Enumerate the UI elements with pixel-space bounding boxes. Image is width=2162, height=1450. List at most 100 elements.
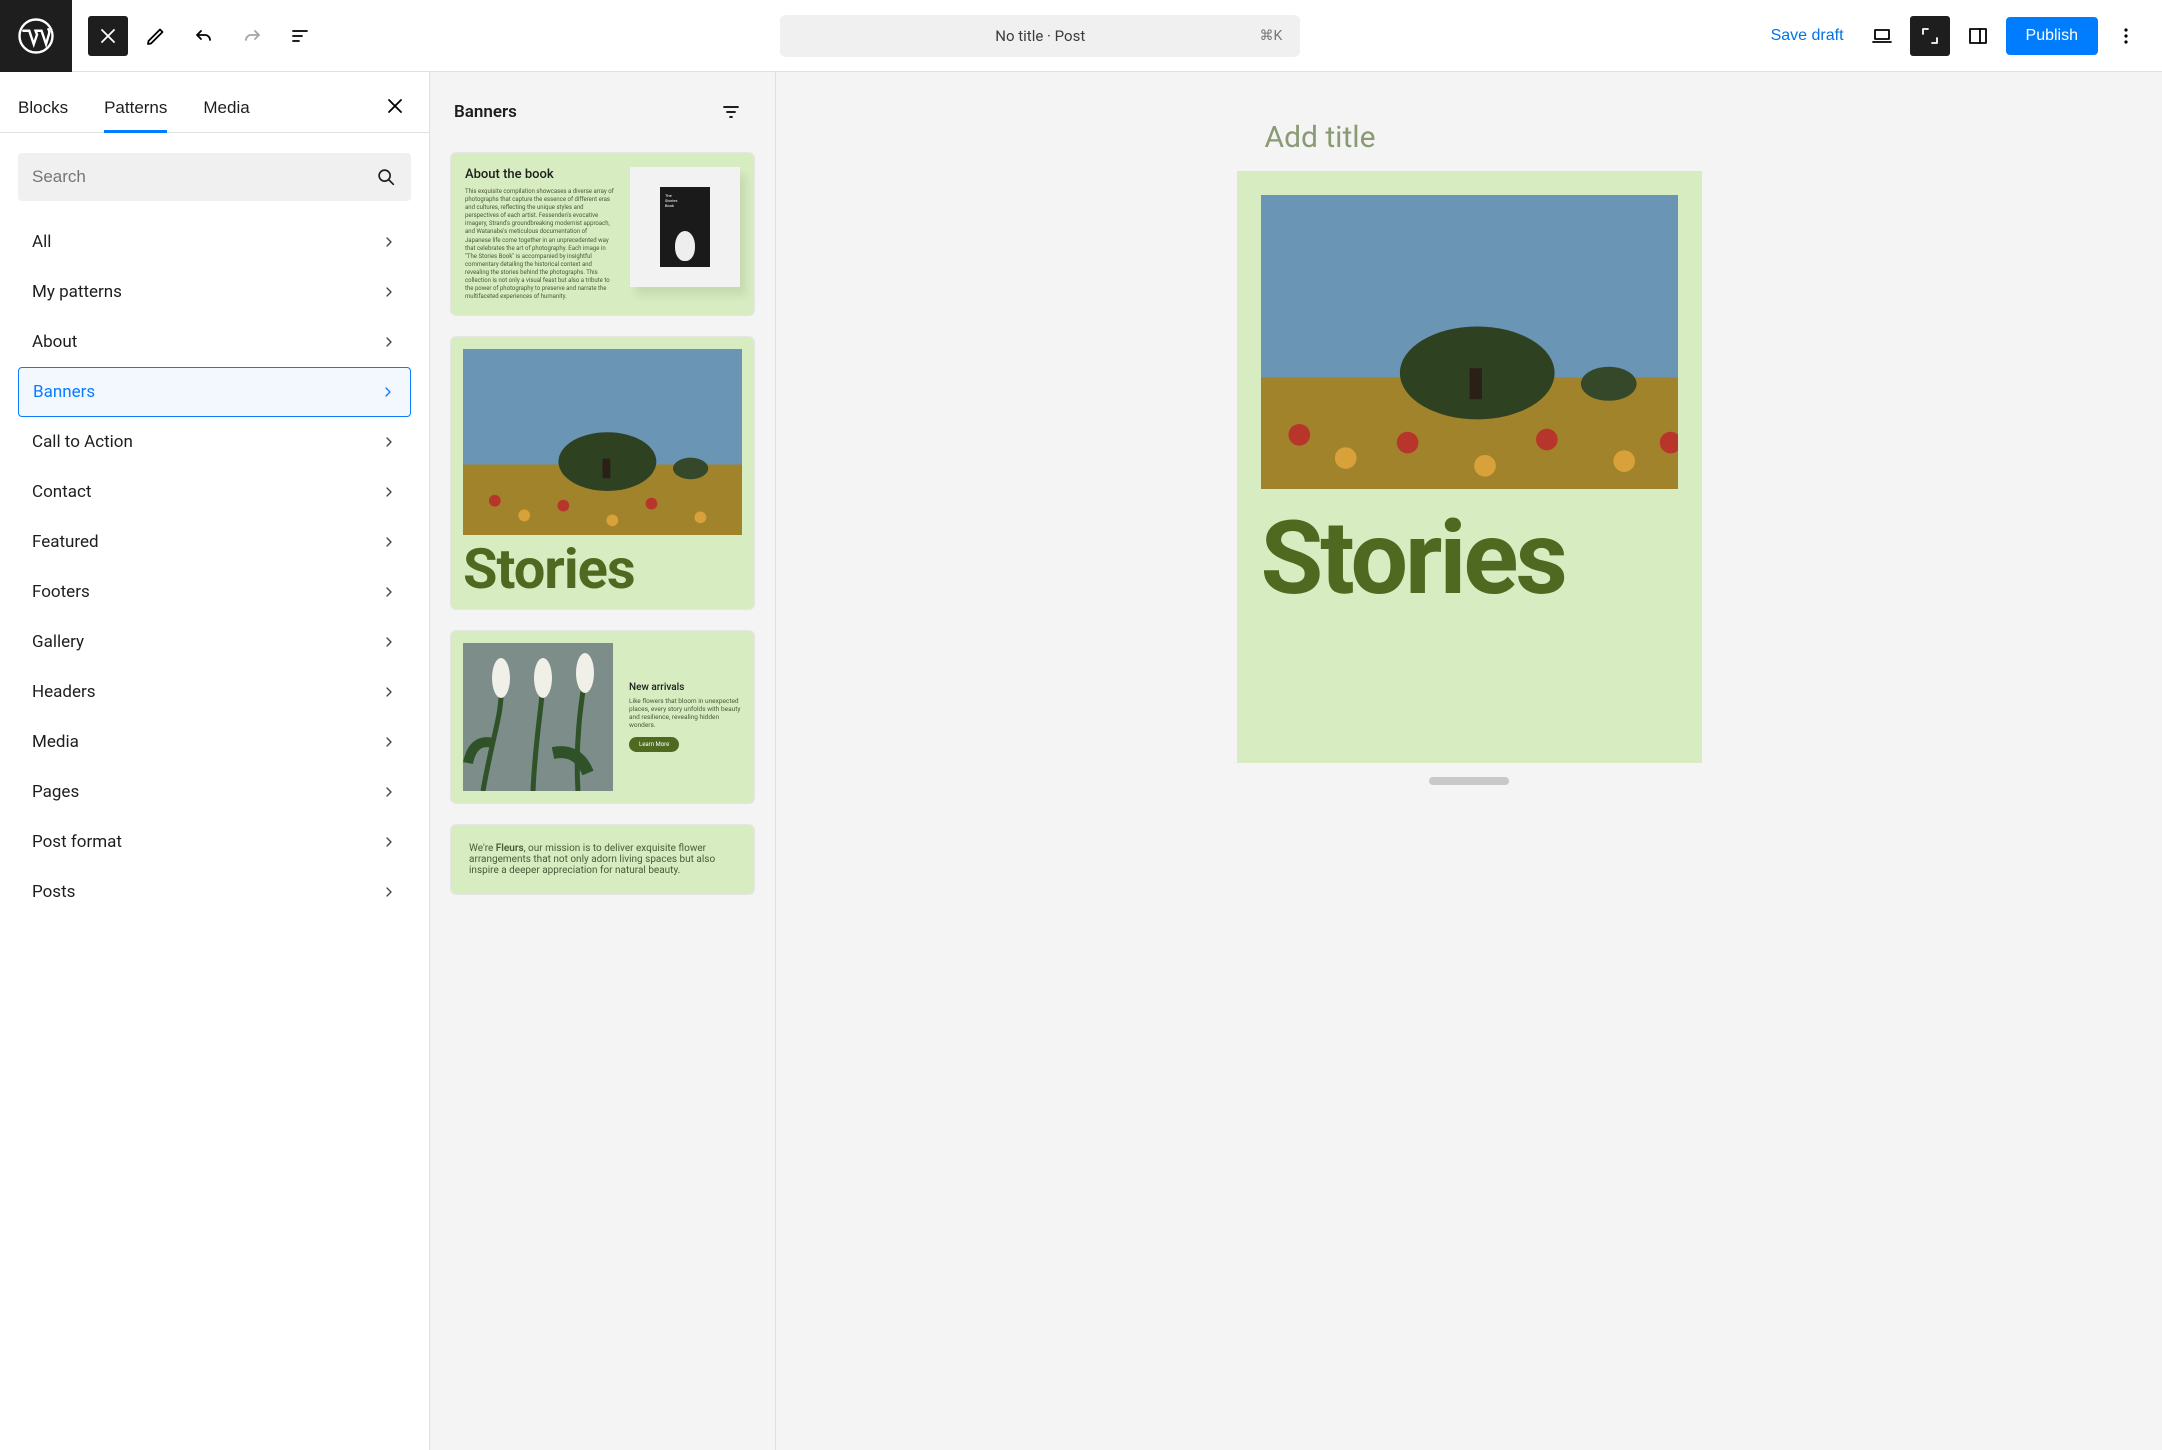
category-contact[interactable]: Contact (18, 467, 411, 517)
bust-illustration (675, 231, 695, 261)
pattern-category-title: Banners (454, 102, 517, 122)
sidebar-icon (1966, 24, 1990, 48)
category-featured[interactable]: Featured (18, 517, 411, 567)
tab-media[interactable]: Media (203, 86, 249, 133)
category-all[interactable]: All (18, 217, 411, 267)
zoom-out-view-button[interactable] (1910, 16, 1950, 56)
category-label: About (32, 332, 77, 352)
undo-icon (192, 24, 216, 48)
post-title-placeholder[interactable]: Add title (1265, 120, 1702, 155)
settings-sidebar-button[interactable] (1958, 16, 1998, 56)
text-brand: Fleurs (496, 843, 524, 854)
chevron-right-icon (381, 634, 397, 650)
redo-icon (240, 24, 264, 48)
close-icon (383, 94, 407, 118)
chevron-right-icon (381, 734, 397, 750)
undo-button[interactable] (184, 16, 224, 56)
book-title-line: Book (665, 203, 705, 208)
pattern-about-book[interactable]: About the book This exquisite compilatio… (450, 152, 755, 316)
chevron-right-icon (381, 834, 397, 850)
document-title: No title · Post (995, 27, 1085, 45)
category-about[interactable]: About (18, 317, 411, 367)
block-spacer (1261, 609, 1678, 739)
category-postformat[interactable]: Post format (18, 817, 411, 867)
category-label: Footers (32, 582, 90, 602)
flowers-image (463, 643, 613, 791)
category-media[interactable]: Media (18, 717, 411, 767)
category-label: Call to Action (32, 432, 133, 452)
category-label: Posts (32, 882, 75, 902)
pattern-heading: New arrivals (629, 682, 742, 693)
pattern-new-arrivals[interactable]: New arrivals Like flowers that bloom in … (450, 630, 755, 804)
pattern-body: This exquisite compilation showcases a d… (465, 188, 614, 301)
publish-button[interactable]: Publish (2006, 17, 2098, 55)
category-label: Gallery (32, 632, 84, 652)
redo-button (232, 16, 272, 56)
chevron-right-icon (381, 584, 397, 600)
search-input[interactable] (32, 167, 375, 187)
laptop-icon (1870, 24, 1894, 48)
stories-heading: Stories (1261, 507, 1678, 609)
wordpress-icon (18, 18, 54, 54)
pattern-filter-button[interactable] (711, 92, 751, 132)
tab-blocks[interactable]: Blocks (18, 86, 68, 133)
options-menu-button[interactable] (2106, 16, 2146, 56)
category-footers[interactable]: Footers (18, 567, 411, 617)
editor-canvas[interactable]: Add title Stories (1237, 120, 1702, 763)
pattern-heading: About the book (465, 167, 614, 182)
wordpress-logo[interactable] (0, 0, 72, 72)
save-draft-button[interactable]: Save draft (1761, 19, 1854, 53)
category-headers[interactable]: Headers (18, 667, 411, 717)
chevron-right-icon (381, 534, 397, 550)
chevron-right-icon (381, 284, 397, 300)
pattern-search[interactable] (18, 153, 411, 201)
document-title-bar[interactable]: No title · Post ⌘K (780, 15, 1300, 57)
editor-canvas-wrapper: Add title Stories (776, 72, 2162, 1450)
category-posts[interactable]: Posts (18, 867, 411, 917)
chevron-right-icon (381, 784, 397, 800)
category-banners[interactable]: Banners (18, 367, 411, 417)
category-label: Banners (33, 382, 95, 402)
chevron-right-icon (380, 384, 396, 400)
category-gallery[interactable]: Gallery (18, 617, 411, 667)
chevron-right-icon (381, 684, 397, 700)
block-inserter-panel: Blocks Patterns Media All My patterns Abou… (0, 72, 430, 1450)
edit-tools-button[interactable] (136, 16, 176, 56)
text-prefix: We're (469, 843, 496, 854)
category-cta[interactable]: Call to Action (18, 417, 411, 467)
close-inserter-button[interactable] (88, 16, 128, 56)
landscape-image (1261, 195, 1678, 489)
pattern-fleurs-mission[interactable]: We're Fleurs, our mission is to deliver … (450, 824, 755, 895)
category-label: My patterns (32, 282, 122, 302)
document-overview-button[interactable] (280, 16, 320, 56)
pencil-icon (144, 24, 168, 48)
category-my-patterns[interactable]: My patterns (18, 267, 411, 317)
chevron-right-icon (381, 484, 397, 500)
category-pages[interactable]: Pages (18, 767, 411, 817)
command-shortcut: ⌘K (1259, 28, 1282, 44)
pattern-stories-banner[interactable]: Stories (450, 336, 755, 610)
category-label: Featured (32, 532, 99, 552)
chevron-right-icon (381, 234, 397, 250)
preview-desktop-button[interactable] (1862, 16, 1902, 56)
expand-icon (1918, 24, 1942, 48)
inserter-close-button[interactable] (375, 86, 415, 126)
pattern-category-list: All My patterns About Banners Call to Action… (0, 211, 429, 1450)
kebab-icon (2114, 24, 2138, 48)
chevron-right-icon (381, 434, 397, 450)
pattern-heading: Stories (463, 535, 742, 597)
inserter-tabs: Blocks Patterns Media (0, 72, 429, 133)
category-label: Media (32, 732, 79, 752)
canvas-resize-handle[interactable] (1429, 777, 1509, 785)
chevron-right-icon (381, 884, 397, 900)
search-icon (375, 166, 397, 188)
close-icon (96, 24, 120, 48)
editor-toolbar: No title · Post ⌘K Save draft Publish (0, 0, 2162, 72)
inserted-stories-block[interactable]: Stories (1237, 171, 1702, 763)
pattern-cta: Learn More (629, 737, 679, 752)
category-label: Post format (32, 832, 122, 852)
category-label: Headers (32, 682, 96, 702)
tab-patterns[interactable]: Patterns (104, 86, 167, 133)
list-view-icon (288, 24, 312, 48)
pattern-previews-column: Banners About the book This exquisite co… (430, 72, 776, 1450)
